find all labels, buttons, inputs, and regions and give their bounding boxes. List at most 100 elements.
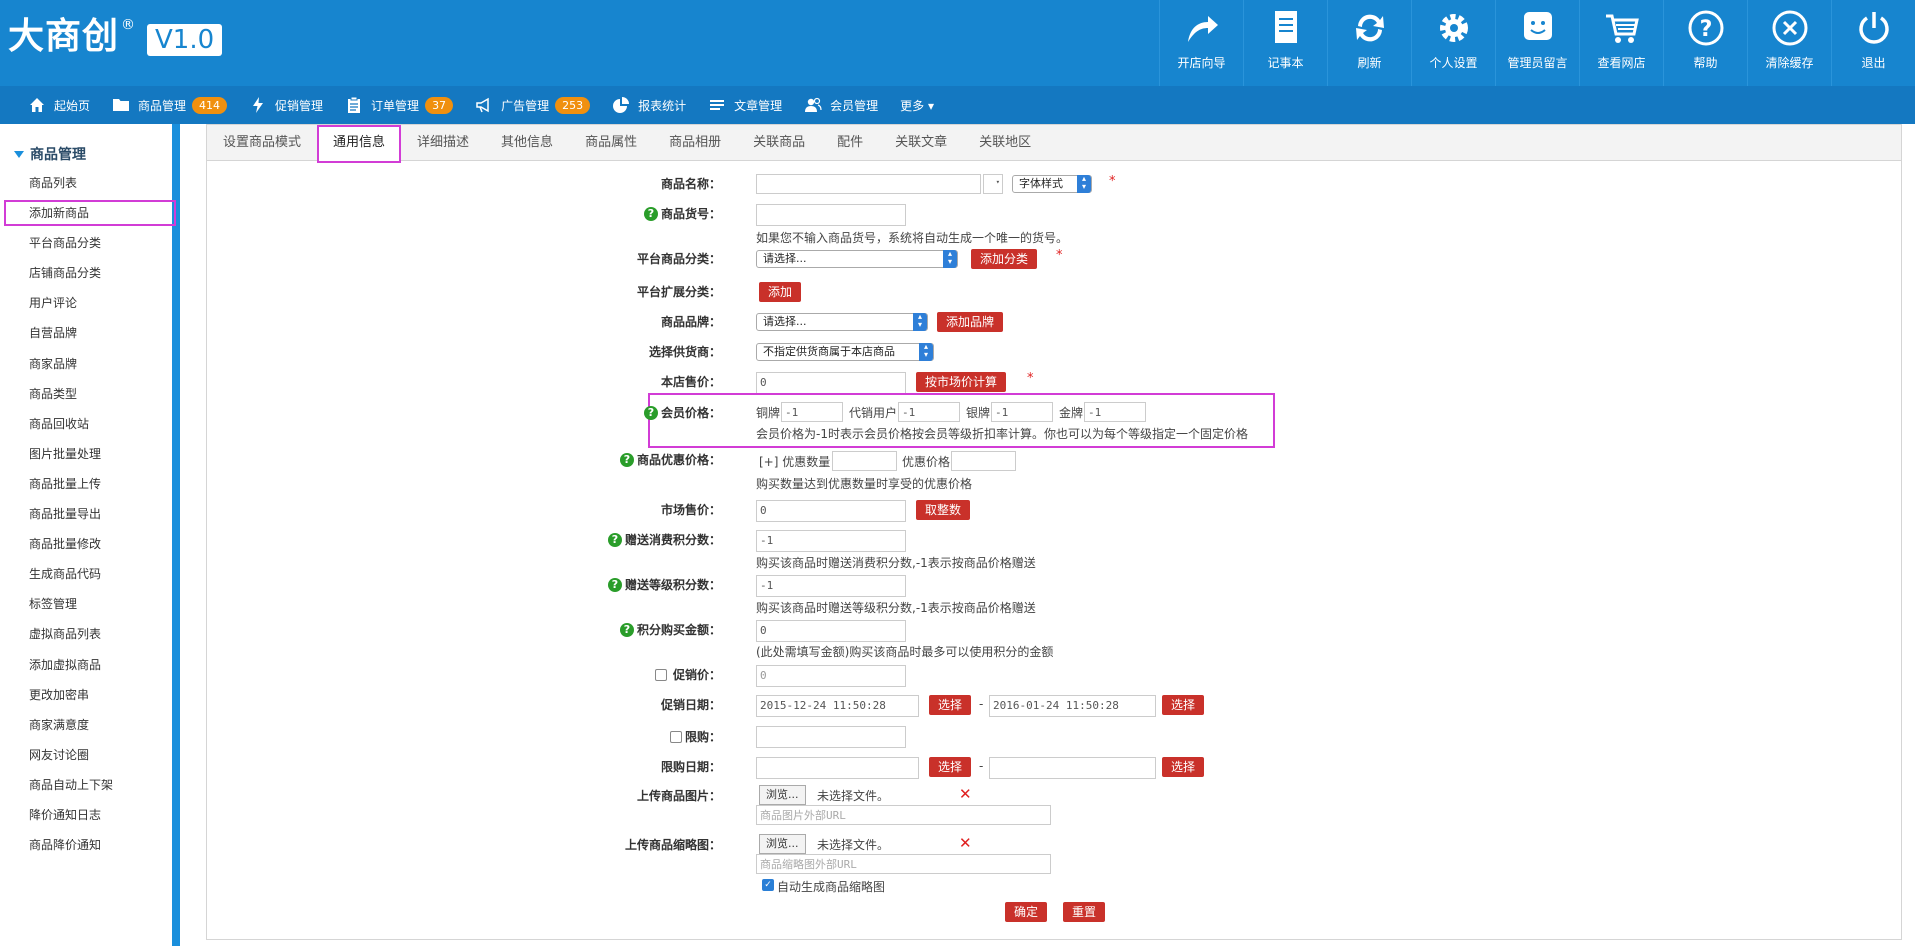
sidebar-item[interactable]: 商品类型 [0, 379, 172, 409]
volume-number-input[interactable] [832, 451, 897, 471]
category-select[interactable]: 请选择... ▴ ▾ [756, 250, 958, 268]
limit-checkbox[interactable] [669, 730, 682, 743]
tab-item[interactable]: 关联商品 [737, 125, 821, 161]
shop-price-input[interactable]: 0 [756, 372, 906, 394]
member-price-input[interactable]: -1 [781, 402, 843, 422]
nav-more[interactable]: 更多 ▾ [900, 86, 934, 124]
help-icon[interactable]: ? [643, 405, 658, 420]
choose-end-date-button[interactable]: 选择 [1162, 695, 1205, 715]
image-url-input[interactable]: 商品图片外部URL [756, 805, 1051, 825]
help-icon[interactable]: ? [619, 452, 634, 467]
font-style-select[interactable]: 字体样式 ▴ ▾ [1012, 175, 1092, 193]
sidebar-item[interactable]: 商家品牌 [0, 349, 172, 379]
nav-orders[interactable]: 订单管理 37 [345, 86, 454, 124]
browse-image-button[interactable]: 浏览... [759, 785, 806, 805]
add-brand-button[interactable]: 添加品牌 [937, 312, 1004, 332]
thumb-url-input[interactable]: 商品缩略图外部URL [756, 854, 1051, 874]
brand-select[interactable]: 请选择... ▴ ▾ [756, 313, 928, 331]
tab-item[interactable]: 商品属性 [569, 125, 653, 161]
promote-price-input[interactable]: 0 [756, 665, 906, 687]
goods-name-input[interactable] [756, 174, 981, 194]
tool-help[interactable]: ? 帮助 [1663, 0, 1747, 86]
auto-thumb-checkbox[interactable]: ✓ [762, 879, 774, 891]
limit-end-input[interactable] [989, 757, 1156, 779]
confirm-button[interactable]: 确定 [1005, 902, 1048, 922]
sidebar-item[interactable]: 商品列表 [0, 168, 172, 198]
choose-limit-start-button[interactable]: 选择 [929, 757, 972, 777]
limit-number-input[interactable] [756, 726, 906, 748]
sidebar-item[interactable]: 商品批量修改 [0, 529, 172, 559]
browse-thumb-button[interactable]: 浏览... [759, 834, 806, 854]
goods-sn-input[interactable] [756, 204, 906, 226]
tool-view-store[interactable]: 查看网店 [1579, 0, 1663, 86]
member-price-input[interactable]: -1 [1084, 402, 1146, 422]
sidebar-item[interactable]: 标签管理 [0, 589, 172, 619]
tab-item[interactable]: 设置商品模式 [207, 125, 317, 161]
sidebar-collapse-handle[interactable]: ◂ [180, 520, 188, 570]
member-price-input[interactable]: -1 [898, 402, 960, 422]
tab-item[interactable]: 商品相册 [653, 125, 737, 161]
nav-goods[interactable]: 商品管理 414 [112, 86, 228, 124]
remove-icon[interactable]: ✕ [959, 834, 972, 852]
tab-item[interactable]: 详细描述 [401, 125, 485, 161]
nav-reports[interactable]: 报表统计 [612, 86, 686, 124]
tool-notepad[interactable]: 记事本 [1243, 0, 1327, 86]
promote-start-input[interactable]: 2015-12-24 11:50:28 [756, 695, 919, 717]
sidebar-item[interactable]: 商品自动上下架 [0, 770, 172, 800]
market-price-input[interactable]: 0 [756, 500, 906, 522]
sidebar-item[interactable]: 商品批量导出 [0, 499, 172, 529]
sidebar-item[interactable]: 商品批量上传 [0, 469, 172, 499]
sidebar-item[interactable]: 更改加密串 [0, 680, 172, 710]
nav-ads[interactable]: 广告管理 253 [475, 86, 591, 124]
logo[interactable]: 大商创 ® V1.0 [8, 14, 223, 64]
add-ext-category-button[interactable]: 添加 [759, 282, 802, 302]
tab-item[interactable]: 通用信息 [317, 125, 402, 163]
help-icon[interactable]: ? [619, 622, 634, 637]
sidebar-item[interactable]: 网友讨论圈 [0, 740, 172, 770]
add-category-button[interactable]: 添加分类 [971, 249, 1038, 269]
tool-clear-cache[interactable]: 清除缓存 [1747, 0, 1831, 86]
sidebar-item[interactable]: 店铺商品分类 [0, 258, 172, 288]
give-rank-input[interactable]: -1 [756, 575, 906, 597]
sidebar-item[interactable]: 自营品牌 [0, 318, 172, 348]
supplier-select[interactable]: 不指定供货商属于本店商品 ▴ ▾ [756, 343, 934, 361]
sidebar-item[interactable]: 平台商品分类 [0, 228, 172, 258]
sidebar-item[interactable]: 生成商品代码 [0, 559, 172, 589]
tab-item[interactable]: 关联文章 [879, 125, 963, 161]
remove-icon[interactable]: ✕ [959, 785, 972, 803]
help-icon[interactable]: ? [643, 206, 658, 221]
sidebar-item[interactable]: 商品回收站 [0, 409, 172, 439]
color-picker[interactable]: ▾ [983, 174, 1003, 194]
sidebar-title[interactable]: 商品管理 [14, 144, 86, 164]
integral-input[interactable]: 0 [756, 620, 906, 642]
calc-market-button[interactable]: 按市场价计算 [916, 372, 1007, 392]
sidebar-item[interactable]: 商家满意度 [0, 710, 172, 740]
tab-item[interactable]: 配件 [821, 125, 879, 161]
reset-button[interactable]: 重置 [1063, 902, 1106, 922]
help-icon[interactable]: ? [607, 577, 622, 592]
nav-articles[interactable]: 文章管理 [708, 86, 782, 124]
sidebar-item[interactable]: 添加新商品 [2, 198, 178, 228]
choose-start-date-button[interactable]: 选择 [929, 695, 972, 715]
get-integer-button[interactable]: 取整数 [916, 500, 971, 520]
nav-home[interactable]: 起始页 [28, 86, 90, 124]
nav-promotion[interactable]: 促销管理 [249, 86, 323, 124]
tool-refresh[interactable]: 刷新 [1327, 0, 1411, 86]
tab-item[interactable]: 关联地区 [963, 125, 1047, 161]
add-volume-link[interactable]: [+] 优惠数量 [759, 453, 830, 470]
promote-end-input[interactable]: 2016-01-24 11:50:28 [989, 695, 1156, 717]
nav-members[interactable]: 会员管理 [804, 86, 878, 124]
tool-personal-settings[interactable]: 个人设置 [1411, 0, 1495, 86]
volume-price-input[interactable] [951, 451, 1016, 471]
sidebar-item[interactable]: 降价通知日志 [0, 800, 172, 830]
choose-limit-end-button[interactable]: 选择 [1162, 757, 1205, 777]
tool-admin-message[interactable]: 管理员留言 [1495, 0, 1579, 86]
sidebar-item[interactable]: 图片批量处理 [0, 439, 172, 469]
help-icon[interactable]: ? [607, 532, 622, 547]
promote-checkbox[interactable] [654, 668, 667, 681]
tool-store-wizard[interactable]: 开店向导 [1159, 0, 1243, 86]
limit-start-input[interactable] [756, 757, 919, 779]
give-consume-input[interactable]: -1 [756, 530, 906, 552]
sidebar-item[interactable]: 添加虚拟商品 [0, 650, 172, 680]
tab-item[interactable]: 其他信息 [485, 125, 569, 161]
